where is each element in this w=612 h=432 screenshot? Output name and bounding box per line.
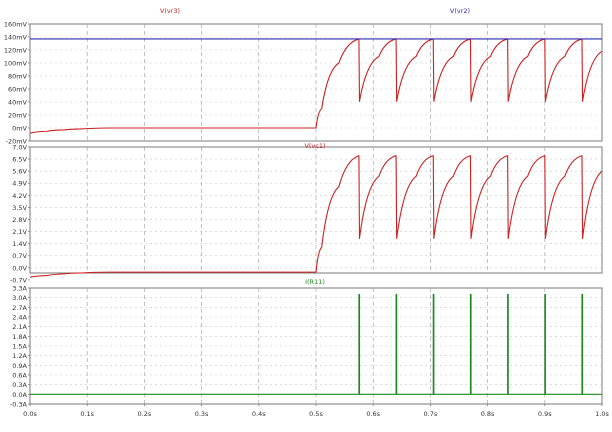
y-tick-label: 5.6V (12, 168, 27, 176)
x-tick-label: 0.3s (195, 410, 209, 418)
x-tick-label: 0.6s (366, 410, 380, 418)
trace-label: V(vc1) (304, 142, 325, 150)
y-tick-label: 0.0A (12, 391, 27, 399)
y-tick-label: 20mV (8, 112, 28, 120)
y-tick-label: 0.7V (12, 252, 27, 260)
y-tick-label: 2.7A (12, 304, 27, 312)
y-tick-label: 2.8V (12, 216, 27, 224)
y-tick-label: 0.9A (12, 362, 27, 370)
trace-label: I(R11) (305, 278, 325, 286)
y-tick-label: 2.1V (12, 228, 27, 236)
y-tick-label: 7.0V (12, 144, 27, 152)
y-tick-label: -0.3A (10, 401, 28, 409)
x-tick-label: 0.2s (138, 410, 152, 418)
y-tick-label: 1.4V (12, 240, 27, 248)
y-tick-label: 2.4A (12, 314, 27, 322)
y-tick-label: 3.0A (12, 294, 27, 302)
y-tick-label: 120mV (4, 47, 28, 55)
y-tick-label: 1.5A (12, 343, 27, 351)
y-tick-label: 4.2V (12, 192, 27, 200)
y-tick-label: 140mV (4, 34, 28, 42)
waveform-plots-svg: 160mV 140mV 120mV 100mV 80mV 60mV 40mV 20mV 0mV -… (4, 7, 610, 418)
y-tick-label: 1.2A (12, 352, 27, 360)
simulation-waveform-viewer: 160mV 140mV 120mV 100mV 80mV 60mV 40mV 20mV 0mV -… (0, 0, 612, 428)
y-tick-label: 3.3A (12, 285, 27, 293)
x-tick-label: 0.9s (538, 410, 552, 418)
x-tick-label: 0.0s (23, 410, 37, 418)
y-tick-label: 100mV (4, 60, 28, 68)
x-tick-label: 0.1s (80, 410, 94, 418)
y-tick-label: 0.0V (12, 264, 27, 272)
x-tick-label: 0.8s (481, 410, 495, 418)
y-tick-label: 60mV (8, 86, 28, 94)
y-tick-label: 0.3A (12, 381, 27, 389)
x-tick-label: 1.0s (595, 410, 609, 418)
y-tick-label: 0.6A (12, 372, 27, 380)
x-tick-label: 0.5s (309, 410, 323, 418)
y-tick-label: 0mV (12, 125, 27, 133)
y-tick-label: 2.1A (12, 323, 27, 331)
trace-label: V(vr3) (160, 7, 180, 15)
y-tick-label: 3.5V (12, 204, 27, 212)
y-tick-label: 4.9V (12, 180, 27, 188)
x-tick-label: 0.7s (424, 410, 438, 418)
y-tick-label: 80mV (8, 73, 28, 81)
y-tick-label: 40mV (8, 99, 28, 107)
y-tick-label: 160mV (4, 21, 28, 29)
trace-label: V(vr2) (450, 7, 470, 15)
y-tick-label: -0.7V (10, 276, 28, 284)
y-tick-label: 6.5V (12, 156, 27, 164)
x-tick-label: 0.4s (252, 410, 266, 418)
y-tick-label: 1.8A (12, 333, 27, 341)
